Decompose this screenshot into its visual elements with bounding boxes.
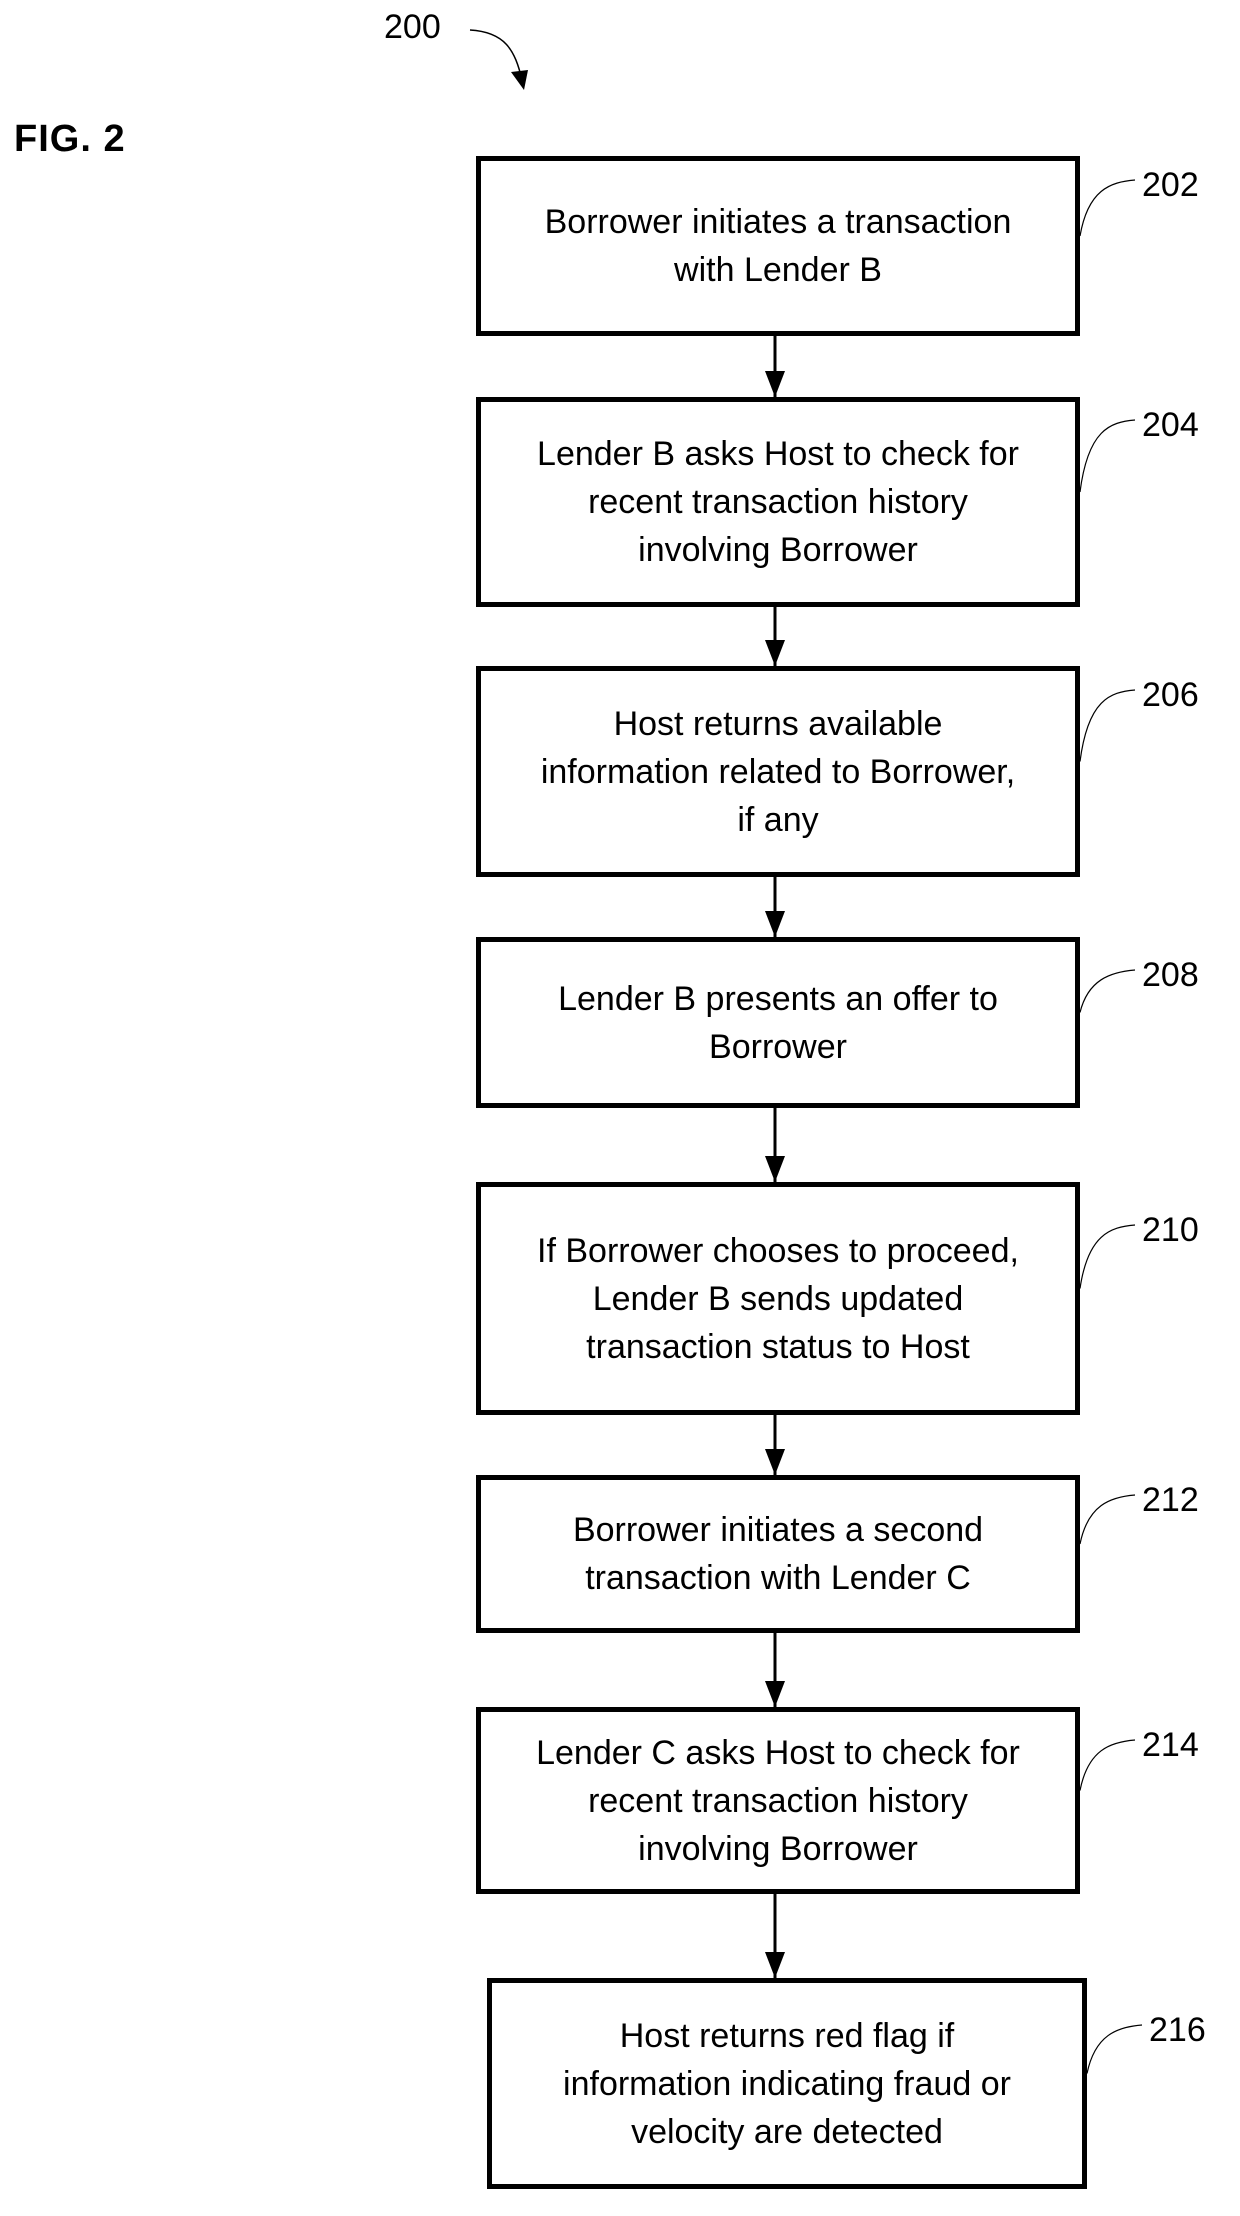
step-reference-number: 204 (1142, 406, 1199, 444)
step-box-202: Borrower initiates a transaction with Le… (476, 156, 1080, 336)
step-text: Host returns red flag if information ind… (563, 2016, 1011, 2151)
arrowhead-icon (765, 1952, 785, 1978)
reference-leader-line (1079, 1224, 1136, 1289)
step-reference-number: 210 (1142, 1211, 1199, 1249)
step-box-204: Lender B asks Host to check for recent t… (476, 397, 1080, 607)
step-reference-number: 206 (1142, 676, 1199, 714)
step-box-214: Lender C asks Host to check for recent t… (476, 1707, 1080, 1894)
step-box-216: Host returns red flag if information ind… (487, 1978, 1087, 2189)
reference-leader-line (1079, 1739, 1136, 1791)
arrowhead-icon (765, 911, 785, 937)
arrowhead-icon (765, 1449, 785, 1475)
step-box-210: If Borrower chooses to proceed, Lender B… (476, 1182, 1080, 1415)
reference-leader-line (1079, 179, 1136, 237)
step-text: Lender B asks Host to check for recent t… (537, 435, 1019, 569)
figure-label: FIG. 2 (14, 118, 126, 160)
step-reference-number: 214 (1142, 1726, 1199, 1764)
reference-leader-line (1079, 1494, 1136, 1545)
step-text: Host returns available information relat… (540, 704, 1016, 839)
step-reference-number: 216 (1149, 2011, 1206, 2049)
arrowhead-icon (765, 1156, 785, 1182)
step-box-208: Lender B presents an offer to Borrower (476, 937, 1080, 1108)
step-text: Borrower initiates a second transaction … (572, 1511, 984, 1597)
step-text: If Borrower chooses to proceed, Lender B… (537, 1231, 1019, 1366)
reference-leader-line (1086, 2024, 1143, 2074)
reference-leader-line (1079, 689, 1136, 762)
arrowhead-icon (765, 1681, 785, 1707)
step-reference-number: 202 (1142, 166, 1199, 204)
reference-leader-line (1079, 969, 1136, 1013)
step-reference-number: 212 (1142, 1481, 1199, 1519)
step-box-212: Borrower initiates a second transaction … (476, 1475, 1080, 1633)
step-text: Lender C asks Host to check for recent t… (536, 1733, 1020, 1868)
reference-200-arrowhead-icon (511, 70, 528, 90)
arrowhead-icon (765, 371, 785, 397)
step-box-206: Host returns available information relat… (476, 666, 1080, 877)
arrowhead-icon (765, 640, 785, 666)
reference-leader-line (1079, 419, 1136, 493)
step-reference-number: 208 (1142, 956, 1199, 994)
step-text: Lender B presents an offer to Borrower (558, 979, 998, 1066)
figure-reference-number: 200 (384, 8, 441, 46)
step-text: Borrower initiates a transaction with Le… (544, 203, 1012, 289)
